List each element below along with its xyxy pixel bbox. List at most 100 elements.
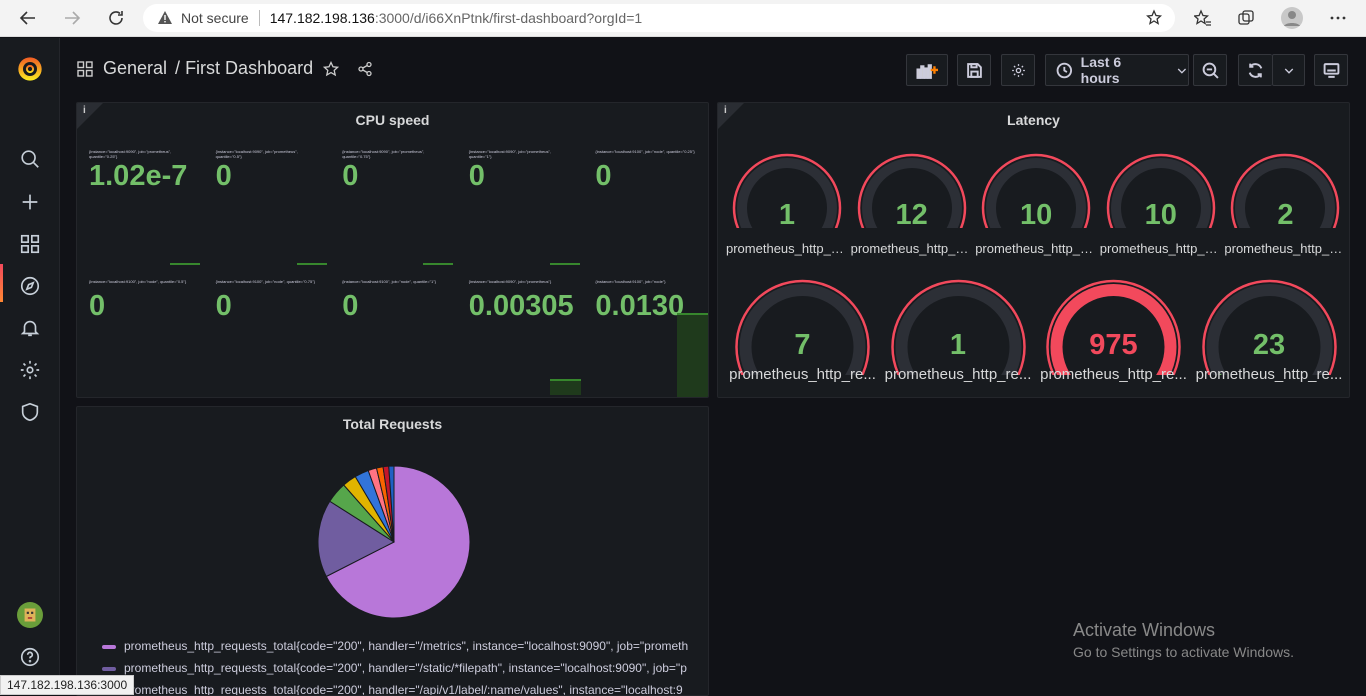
- forward-arrow-icon[interactable]: [57, 4, 87, 32]
- gauge: 1 prometheus_http_re...: [726, 143, 848, 263]
- stat-value: 0: [342, 290, 358, 323]
- collections-icon[interactable]: [1231, 4, 1261, 32]
- stat-item: {instance="localhost:9090", job="prometh…: [457, 145, 583, 267]
- search-icon[interactable]: [15, 144, 45, 174]
- server-admin-shield-icon[interactable]: [15, 397, 45, 427]
- stat-label: {instance="localhost:9090", job="prometh…: [469, 149, 569, 159]
- legend-swatch: [102, 645, 116, 649]
- zoom-out-button[interactable]: [1193, 54, 1227, 86]
- gauge-label: prometheus_http_re...: [726, 366, 879, 383]
- panel-title[interactable]: Latency: [718, 112, 1349, 128]
- stat-label: {instance="localhost:9100", job="node", …: [216, 279, 316, 284]
- gauge-label: prometheus_http_re...: [1224, 241, 1346, 256]
- sparkline: [297, 263, 327, 265]
- create-plus-icon[interactable]: [15, 187, 45, 217]
- stat-item: {instance="localhost:9100", job="node", …: [204, 275, 330, 397]
- dashboard-title[interactable]: First Dashboard: [185, 58, 313, 79]
- warning-icon: [157, 10, 173, 26]
- cycle-view-mode-button[interactable]: [1314, 54, 1348, 86]
- stat-label: {instance="localhost:9090", job="prometh…: [342, 149, 442, 159]
- stat-item: {instance="localhost:9090", job="prometh…: [77, 145, 203, 267]
- dashboard-settings-button[interactable]: [1001, 54, 1035, 86]
- time-picker-button[interactable]: Last 6 hours: [1045, 54, 1189, 86]
- add-favorite-icon[interactable]: [1140, 4, 1170, 32]
- stat-label: {instance="localhost:9100", job="node"}: [595, 279, 695, 284]
- breadcrumb-separator: /: [175, 58, 180, 79]
- explore-compass-icon[interactable]: [15, 271, 45, 301]
- gauge-value: 1: [726, 199, 848, 232]
- stat-value: 0: [469, 160, 485, 193]
- panel-title[interactable]: CPU speed: [77, 112, 708, 128]
- activate-windows-title: Activate Windows: [1073, 620, 1215, 641]
- star-icon[interactable]: [323, 61, 339, 77]
- clock-icon: [1056, 62, 1073, 79]
- time-range-label: Last 6 hours: [1081, 54, 1163, 86]
- gauge: 1 prometheus_http_re...: [882, 269, 1035, 389]
- gauge: 7 prometheus_http_re...: [726, 269, 879, 389]
- gauge: 23prometheus_http_re...: [1193, 269, 1346, 389]
- security-label[interactable]: Not secure: [181, 10, 249, 26]
- favorites-icon[interactable]: [1188, 4, 1218, 32]
- dashboards-icon[interactable]: [15, 229, 45, 259]
- legend-item[interactable]: prometheus_http_requests_total{code="200…: [102, 683, 683, 696]
- stat-item: {instance="localhost:9090", job="prometh…: [204, 145, 330, 267]
- gauge-value: 7: [726, 329, 879, 362]
- refresh-interval-button[interactable]: [1272, 54, 1305, 86]
- gauge-value: 10: [975, 199, 1097, 232]
- activate-windows-subtitle: Go to Settings to activate Windows.: [1073, 644, 1294, 660]
- panel-latency[interactable]: i Latency 1prometheus_http_re...12promet…: [717, 102, 1350, 398]
- gauge: 10prometheus_http_re...: [1100, 143, 1222, 263]
- dashboard-navbar: General / First Dashboard Last 6 hours: [60, 38, 1366, 101]
- stat-item: {instance="localhost:9100", job="node", …: [583, 145, 709, 267]
- gauge-value: 12: [851, 199, 973, 232]
- browser-chrome: Not secure 147.182.198.136:3000/d/i66XnP…: [0, 0, 1366, 37]
- gauge-label: prometheus_http_re...: [851, 241, 973, 256]
- more-options-icon[interactable]: [1323, 4, 1353, 32]
- gauge-label: prometheus_http_re...: [1100, 241, 1222, 256]
- stat-item: {instance="localhost:9090", job="prometh…: [330, 145, 456, 267]
- user-avatar-icon[interactable]: [15, 600, 45, 630]
- stat-label: {instance="localhost:9100", job="node", …: [595, 149, 695, 154]
- pie-chart[interactable]: [314, 462, 474, 622]
- stat-value: 0.00305: [469, 290, 574, 323]
- breadcrumb-folder[interactable]: General: [103, 58, 167, 79]
- save-dashboard-button[interactable]: [957, 54, 991, 86]
- profile-avatar-icon[interactable]: [1277, 4, 1307, 32]
- chevron-down-icon: [1176, 62, 1188, 79]
- help-icon[interactable]: [15, 642, 45, 672]
- gear-icon: [1010, 62, 1027, 79]
- legend-item[interactable]: prometheus_http_requests_total{code="200…: [102, 639, 688, 653]
- stat-value: 0: [342, 160, 358, 193]
- gauge-label: prometheus_http_re...: [1193, 366, 1346, 383]
- panel-title[interactable]: Total Requests: [77, 416, 708, 432]
- gauge: 2 prometheus_http_re...: [1224, 143, 1346, 263]
- configuration-gear-icon[interactable]: [15, 355, 45, 385]
- legend-item[interactable]: prometheus_http_requests_total{code="200…: [102, 661, 687, 675]
- stat-value: 0: [216, 290, 232, 323]
- gauge: 10prometheus_http_re...: [975, 143, 1097, 263]
- grafana-logo-icon[interactable]: [15, 54, 45, 84]
- gauge-label: prometheus_http_re...: [882, 366, 1035, 383]
- legend-label: prometheus_http_requests_total{code="200…: [124, 639, 688, 653]
- stat-value: 0.0130: [595, 290, 684, 323]
- stat-value: 1.02e-7: [89, 160, 187, 193]
- sparkline: [677, 313, 709, 398]
- gauge-value: 2: [1224, 199, 1346, 232]
- refresh-icon[interactable]: [101, 4, 131, 32]
- gauge-label: prometheus_http_re...: [1037, 366, 1190, 383]
- gauge: 975prometheus_http_re...: [1037, 269, 1190, 389]
- panel-total-requests[interactable]: Total Requests prometheus_http_requests_…: [76, 406, 709, 696]
- monitor-icon: [1323, 62, 1340, 79]
- share-icon[interactable]: [357, 61, 373, 77]
- gauge-label: prometheus_http_re...: [726, 241, 848, 256]
- add-panel-button[interactable]: [906, 54, 948, 86]
- address-bar[interactable]: Not secure 147.182.198.136:3000/d/i66XnP…: [143, 4, 1175, 32]
- panel-cpu-speed[interactable]: i CPU speed {instance="localhost:9090", …: [76, 102, 709, 398]
- back-arrow-icon[interactable]: [13, 4, 43, 32]
- stat-label: {instance="localhost:9100", job="node", …: [89, 279, 189, 284]
- refresh-dashboard-button[interactable]: [1238, 54, 1272, 86]
- sidebar: [0, 38, 60, 695]
- legend-swatch: [102, 667, 116, 671]
- alerting-bell-icon[interactable]: [15, 313, 45, 343]
- gauge-value: 1: [882, 329, 1035, 362]
